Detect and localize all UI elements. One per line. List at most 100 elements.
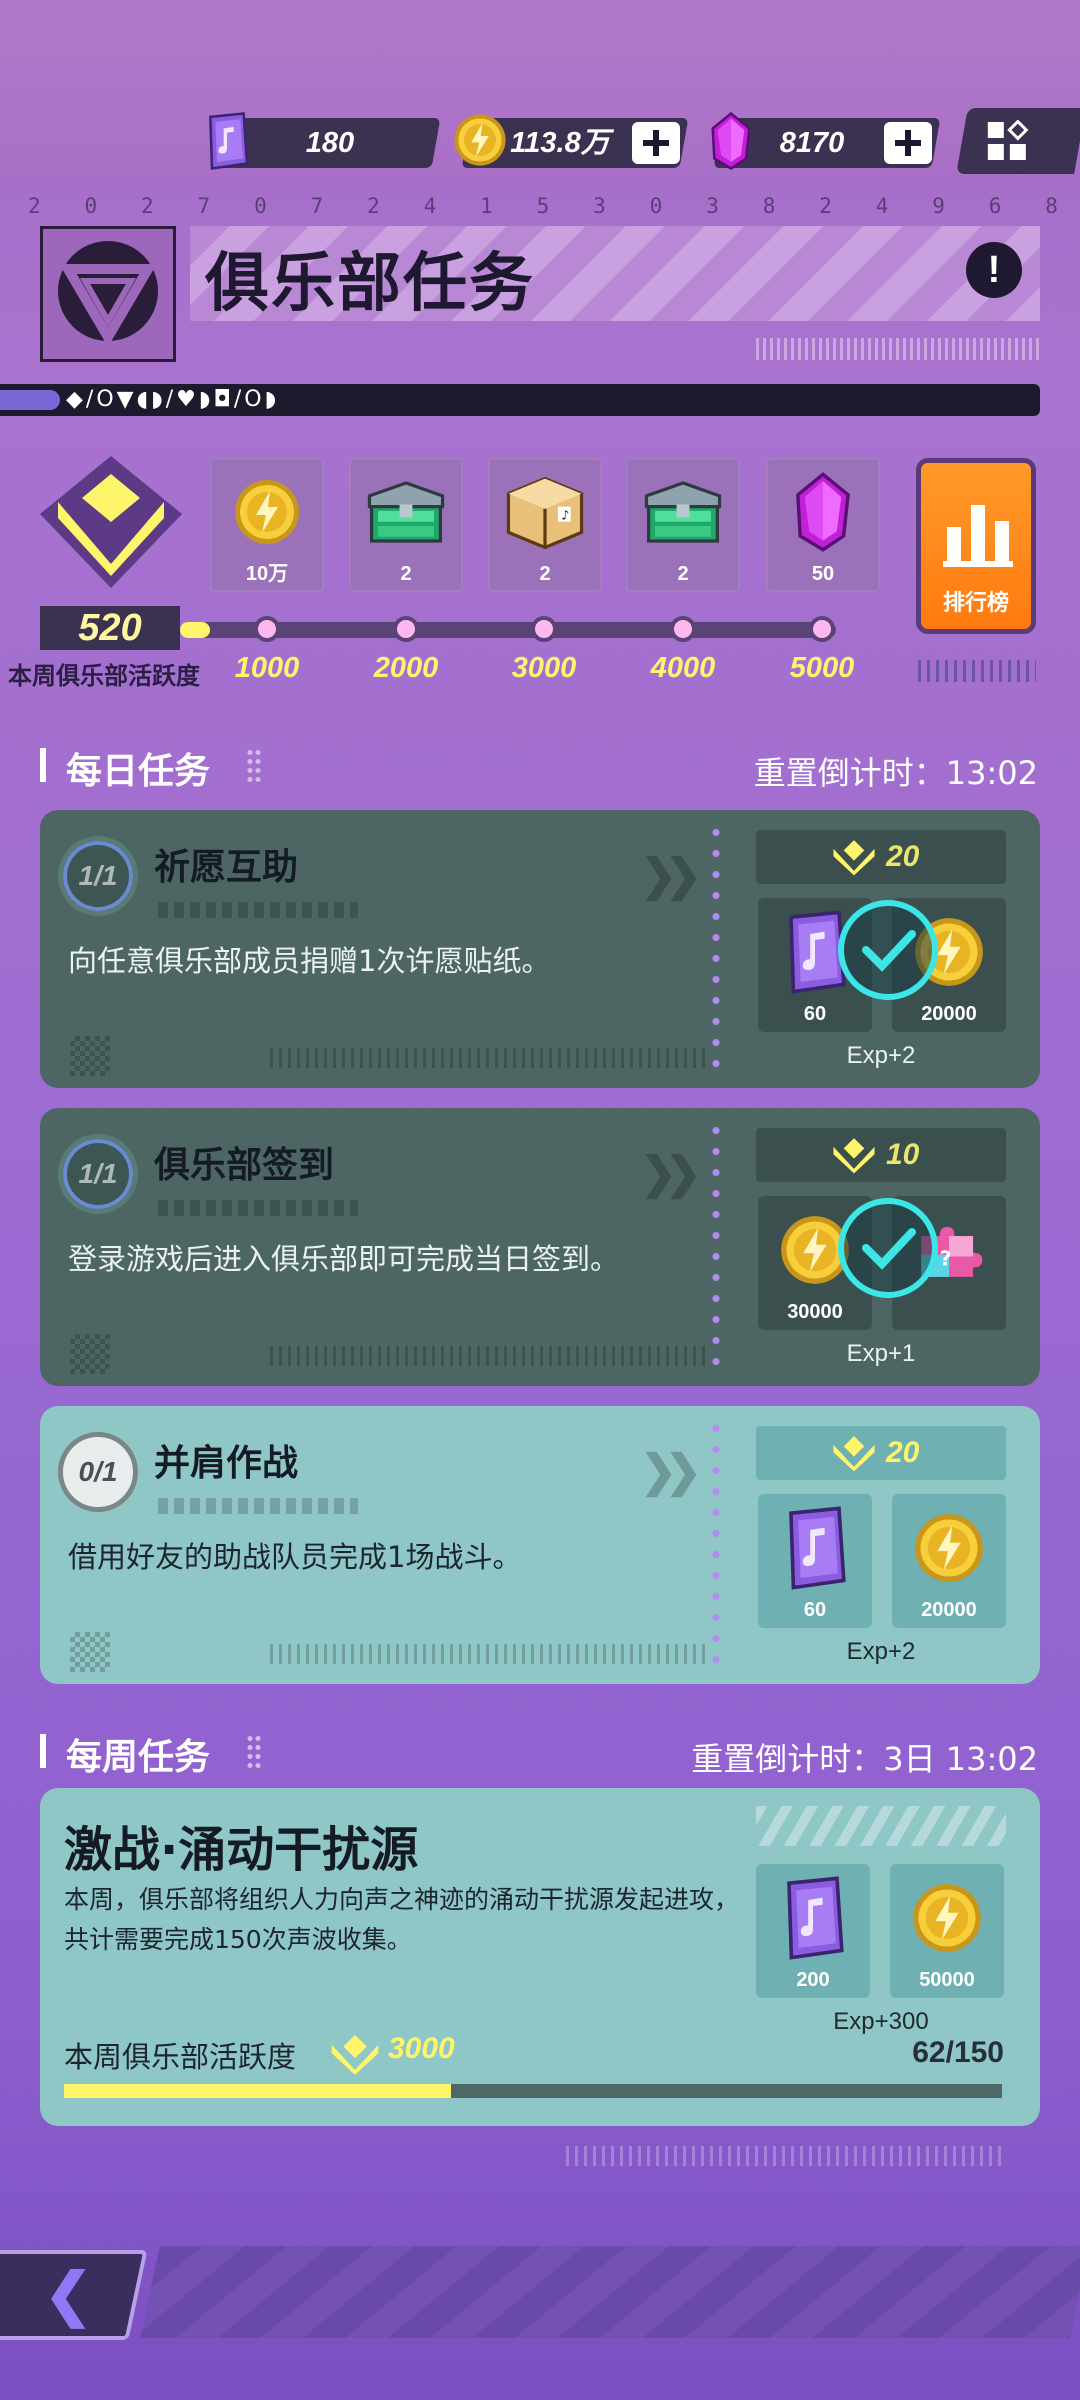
club-logo	[40, 226, 176, 362]
checker-decoration	[70, 1334, 110, 1374]
coin-icon	[452, 112, 508, 168]
activity-reward-5[interactable]: 50	[766, 458, 880, 592]
activity-reward-1[interactable]: 10万	[210, 458, 324, 592]
activity-reward-2[interactable]: 2	[349, 458, 463, 592]
leaderboard-label: 排行榜	[942, 590, 1009, 615]
add-coin-button[interactable]	[632, 122, 680, 164]
checker-decoration	[70, 1036, 110, 1076]
weekly-progress-text: 62/150	[912, 2036, 1004, 2069]
weekly-reset-timer: 重置倒计时：3日 13:02	[691, 1740, 1038, 1778]
arrow-decoration	[158, 1200, 358, 1216]
coin-count: 113.8万	[510, 127, 610, 159]
activity-emblem-icon	[330, 2032, 380, 2076]
activity-track	[186, 622, 836, 638]
activity-reward-3[interactable]: 2	[488, 458, 602, 592]
ticket-icon	[776, 1876, 850, 1960]
weekly-activity-label: 本周俱乐部活跃度	[64, 2040, 297, 2074]
activity-points-badge: 10	[756, 1128, 1006, 1182]
grid-menu-icon	[987, 120, 1029, 160]
activity-points-badge: 20	[756, 830, 1006, 884]
gem-icon	[706, 110, 756, 172]
milestone-node	[809, 616, 835, 642]
task-exp: Exp+2	[846, 1042, 916, 1069]
milestone-label: 4000	[650, 652, 716, 684]
barcode-decoration	[270, 1644, 710, 1664]
barcode-decoration	[566, 2146, 1006, 2166]
add-gem-button[interactable]	[884, 122, 932, 164]
daily-reset-timer: 重置倒计时：13:02	[753, 754, 1038, 792]
gift-box-icon	[502, 472, 588, 552]
serial-digits: 2027072415303824968	[28, 194, 1058, 218]
barcode-decoration	[270, 1346, 710, 1366]
info-button[interactable]: !	[966, 242, 1022, 298]
barcode-decoration	[756, 338, 1040, 360]
reward-item: 50000	[890, 1864, 1004, 1998]
checker-decoration	[70, 1632, 110, 1672]
task-progress-ring: 0/1	[58, 1432, 138, 1512]
daily-task-card[interactable]: 0/1 并肩作战 ❯❯ 借用好友的助战队员完成1场战斗。 20 60 20000…	[40, 1406, 1040, 1684]
bottom-bar	[140, 2246, 1080, 2338]
milestone-label: 1000	[234, 652, 300, 684]
coin-icon	[910, 1876, 984, 1960]
task-description: 借用好友的助战队员完成1场战斗。	[68, 1540, 522, 1574]
bar-chart-icon	[943, 505, 1013, 567]
milestone-node	[531, 616, 557, 642]
milestone-label: 3000	[511, 652, 577, 684]
stripe-decoration	[918, 660, 1036, 682]
activity-emblem-icon	[832, 838, 876, 876]
completed-check-icon	[838, 900, 938, 1000]
milestone-node	[254, 616, 280, 642]
weekly-task-card[interactable]: 激战·涌动干扰源 本周，俱乐部将组织人力向声之神迹的涌动干扰源发起进攻，共计需要…	[40, 1788, 1040, 2126]
coin-icon	[912, 1506, 986, 1590]
symbol-bar-fill	[0, 390, 60, 410]
arrow-decoration	[158, 902, 358, 918]
weekly-task-exp: Exp+300	[833, 2008, 929, 2035]
daily-section-title: 每日任务	[66, 751, 211, 792]
dotted-divider	[712, 822, 720, 1076]
task-description: 登录游戏后进入俱乐部即可完成当日签到。	[68, 1242, 620, 1276]
weekly-task-description: 本周，俱乐部将组织人力向声之神迹的涌动干扰源发起进攻，共计需要完成150次声波收…	[64, 1885, 740, 1954]
chevron-icon: ❯❯	[640, 851, 702, 900]
activity-points-badge: 20	[756, 1426, 1006, 1480]
dotted-divider	[712, 1418, 720, 1672]
page-title: 俱乐部任务	[205, 247, 535, 321]
green-chest-icon	[363, 472, 449, 552]
leaderboard-button[interactable]: 排行榜	[916, 458, 1036, 634]
reward-item: 200	[756, 1864, 870, 1998]
task-description: 向任意俱乐部成员捐赠1次许愿贴纸。	[68, 944, 551, 978]
dotted-divider	[712, 1120, 720, 1374]
milestone-node	[670, 616, 696, 642]
ticket-count: 180	[305, 127, 355, 159]
coin-icon	[232, 472, 302, 552]
section-marker	[40, 748, 46, 782]
milestone-label: 5000	[789, 652, 855, 684]
task-name: 俱乐部签到	[154, 1145, 335, 1186]
arrow-decoration	[158, 1498, 358, 1514]
task-name: 并肩作战	[154, 1443, 299, 1484]
milestone-node	[393, 616, 419, 642]
reward-item: 60	[758, 1494, 872, 1628]
activity-label: 本周俱乐部活跃度	[8, 663, 200, 690]
symbol-text: ◆/O▼◖◗/♥◗◘/O◗	[66, 387, 280, 412]
task-exp: Exp+2	[846, 1638, 916, 1665]
daily-task-card[interactable]: 1/1 祈愿互助 ❯❯ 向任意俱乐部成员捐赠1次许愿贴纸。 20 60 2000…	[40, 810, 1040, 1088]
reward-item: 20000	[892, 1494, 1006, 1628]
task-progress-ring: 1/1	[58, 1134, 138, 1214]
task-exp: Exp+1	[846, 1340, 916, 1367]
barcode-decoration	[270, 1048, 710, 1068]
activity-reward-4[interactable]: 2	[626, 458, 740, 592]
activity-track-fill	[180, 622, 210, 638]
daily-task-card[interactable]: 1/1 俱乐部签到 ❯❯ 登录游戏后进入俱乐部即可完成当日签到。 10 3000…	[40, 1108, 1040, 1386]
section-marker	[40, 1734, 46, 1768]
green-chest-icon	[640, 472, 726, 552]
milestone-label: 2000	[373, 652, 439, 684]
gem-count: 8170	[779, 127, 845, 159]
activity-score: 520	[40, 606, 180, 650]
dots-decoration	[246, 1734, 262, 1768]
ticket-icon	[778, 1506, 852, 1590]
task-name: 祈愿互助	[154, 847, 299, 888]
menu-button[interactable]	[956, 108, 1080, 174]
gem-icon	[788, 472, 858, 552]
chevron-icon: ❯❯	[640, 1447, 702, 1496]
ticket-icon	[202, 110, 252, 172]
